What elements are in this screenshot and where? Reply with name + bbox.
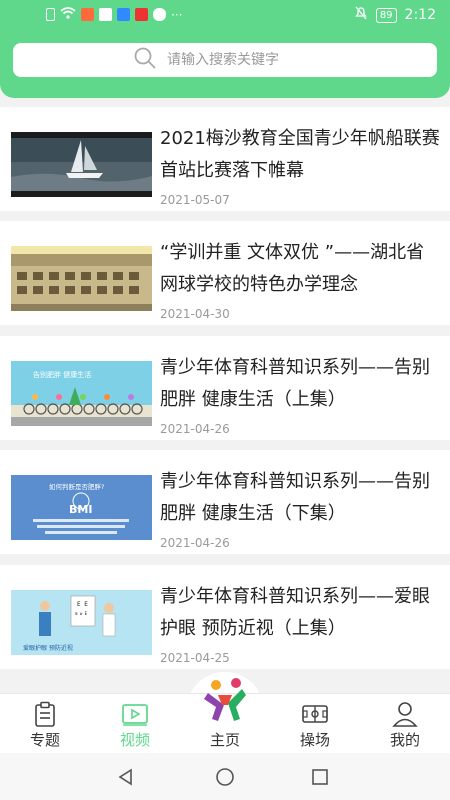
browser-app-icon [117,8,130,21]
article-item[interactable]: 2021梅沙教育全国青少年帆船联赛首站比赛落下帷幕 2021-05-07 [0,107,450,211]
app-icon [99,8,112,21]
clipboard-icon [31,701,59,727]
header [0,30,450,98]
tab-mine[interactable]: 我的 [360,694,450,754]
weibo-app-icon [153,8,166,21]
article-date: 2021-04-26 [160,422,230,436]
tab-topics[interactable]: 专题 [0,694,90,754]
search-bar[interactable] [13,43,437,77]
tab-label: 专题 [29,731,60,749]
article-thumbnail[interactable] [11,246,152,311]
article-date: 2021-04-26 [160,536,230,550]
recents-button[interactable] [310,767,330,791]
back-button[interactable] [116,767,136,791]
sim-icon [46,8,55,21]
article-thumbnail[interactable] [11,132,152,197]
article-title[interactable]: 2021梅沙教育全国青少年帆船联赛首站比赛落下帷幕 [160,123,440,187]
thumbnail-caption: 爱眼护眼 预防近视 [23,644,73,652]
article-title[interactable]: 青少年体育科普知识系列——爱眼护眼 预防近视（上集） [160,581,440,645]
article-date: 2021-04-25 [160,651,230,665]
tab-video[interactable]: 视频 [90,694,180,754]
tab-label: 视频 [119,731,150,749]
article-thumbnail[interactable]: E E m w E 爱眼护眼 预防近视 [11,590,152,655]
tab-label: 主页 [209,731,240,749]
article-date: 2021-05-07 [160,193,230,207]
search-icon [133,46,157,74]
svg-text:E E: E E [77,601,88,608]
article-item[interactable]: “学训并重 文体双优 ”——湖北省网球学校的特色办学理念 2021-04-30 [0,221,450,325]
clock: 2:12 [404,7,436,23]
field-icon [301,701,329,727]
video-app-icon [81,8,94,21]
article-thumbnail[interactable]: 如何判断是否肥胖? BMI [11,475,152,540]
article-date: 2021-04-30 [160,307,230,321]
home-button[interactable] [215,767,235,791]
status-bar: ··· 89 2:12 [0,0,450,30]
tab-label: 操场 [299,731,330,749]
news-app-icon [135,8,148,21]
more-dots: ··· [171,7,183,22]
search-input[interactable] [167,52,317,68]
home-logo-icon[interactable] [198,675,252,725]
article-item[interactable]: E E m w E 爱眼护眼 预防近视 青少年体育科普知识系列——爱眼护眼 预防… [0,565,450,669]
article-title[interactable]: “学训并重 文体双优 ”——湖北省网球学校的特色办学理念 [160,237,440,301]
thumbnail-caption: 如何判断是否肥胖? [49,482,104,491]
video-icon [121,701,149,727]
article-thumbnail[interactable]: 告别肥胖 健康生活 [11,361,152,426]
thumbnail-caption: BMI [69,503,92,516]
article-item[interactable]: 告别肥胖 健康生活 青少年体育科普知识系列——告别肥胖 健康生活（上集） 202… [0,336,450,440]
svg-text:m w E: m w E [75,611,88,616]
article-title[interactable]: 青少年体育科普知识系列——告别肥胖 健康生活（下集） [160,466,440,530]
mute-icon [354,6,368,24]
tab-playground[interactable]: 操场 [270,694,360,754]
article-title[interactable]: 青少年体育科普知识系列——告别肥胖 健康生活（上集） [160,352,440,416]
wifi-icon [60,7,76,22]
thumbnail-caption: 告别肥胖 健康生活 [33,370,91,379]
user-icon [391,701,419,727]
notification-icons: ··· [46,7,182,22]
article-item[interactable]: 如何判断是否肥胖? BMI 青少年体育科普知识系列——告别肥胖 健康生活（下集）… [0,450,450,554]
battery-indicator: 89 [375,7,397,23]
system-nav-bar [0,753,450,800]
tab-label: 我的 [389,731,420,749]
